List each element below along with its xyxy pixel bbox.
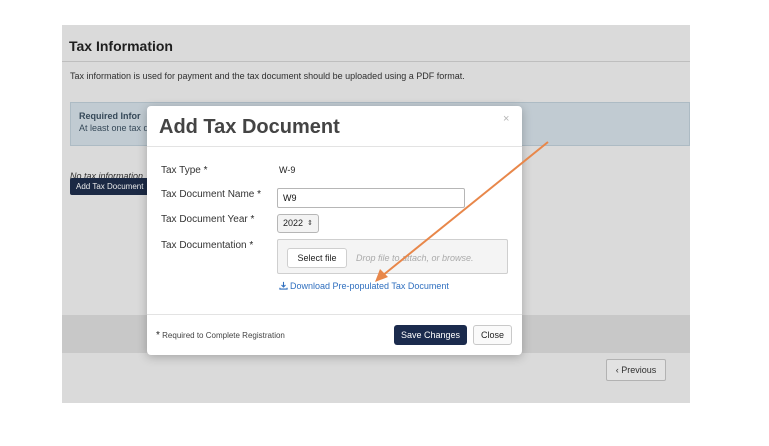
tax-type-label-text: Tax Type	[161, 165, 201, 176]
required-note: * Required to Complete Registration	[156, 330, 285, 341]
required-star-icon: *	[249, 240, 254, 251]
required-star-icon: *	[250, 214, 255, 225]
modal-footer: * Required to Complete Registration Save…	[147, 314, 522, 355]
add-tax-document-modal: Add Tax Document × Tax Type * W-9 Tax Do…	[147, 106, 522, 355]
tax-document-name-label-text: Tax Document Name	[161, 189, 255, 200]
required-star-icon: *	[156, 330, 160, 341]
required-star-icon: *	[257, 189, 262, 200]
tax-document-name-label: Tax Document Name *	[161, 189, 261, 200]
download-prepopulated-link[interactable]: Download Pre-populated Tax Document	[279, 281, 449, 291]
tax-type-value: W-9	[279, 165, 296, 175]
select-arrows-icon: ⇕	[307, 220, 313, 227]
modal-close-icon[interactable]: ×	[503, 113, 509, 125]
required-note-text: Required to Complete Registration	[162, 331, 285, 340]
save-changes-button[interactable]: Save Changes	[394, 325, 467, 345]
download-icon	[279, 281, 288, 290]
tax-document-year-label-text: Tax Document Year	[161, 214, 248, 225]
drop-hint-text: Drop file to attach, or browse.	[356, 253, 474, 263]
tax-documentation-label: Tax Documentation *	[161, 240, 253, 251]
select-file-button[interactable]: Select file	[287, 248, 347, 268]
tax-type-label: Tax Type *	[161, 165, 208, 176]
close-button[interactable]: Close	[473, 325, 512, 345]
tax-documentation-label-text: Tax Documentation	[161, 240, 247, 251]
modal-header: Add Tax Document ×	[147, 106, 522, 147]
modal-title: Add Tax Document	[159, 116, 340, 138]
tax-document-year-label: Tax Document Year *	[161, 214, 254, 225]
year-select-value: 2022	[283, 218, 304, 228]
file-dropzone[interactable]: Select file Drop file to attach, or brow…	[277, 239, 508, 274]
required-star-icon: *	[203, 165, 208, 176]
tax-document-name-input[interactable]: W9	[277, 188, 465, 208]
tax-document-year-select[interactable]: 2022 ⇕	[277, 214, 319, 233]
download-link-text: Download Pre-populated Tax Document	[290, 281, 449, 291]
